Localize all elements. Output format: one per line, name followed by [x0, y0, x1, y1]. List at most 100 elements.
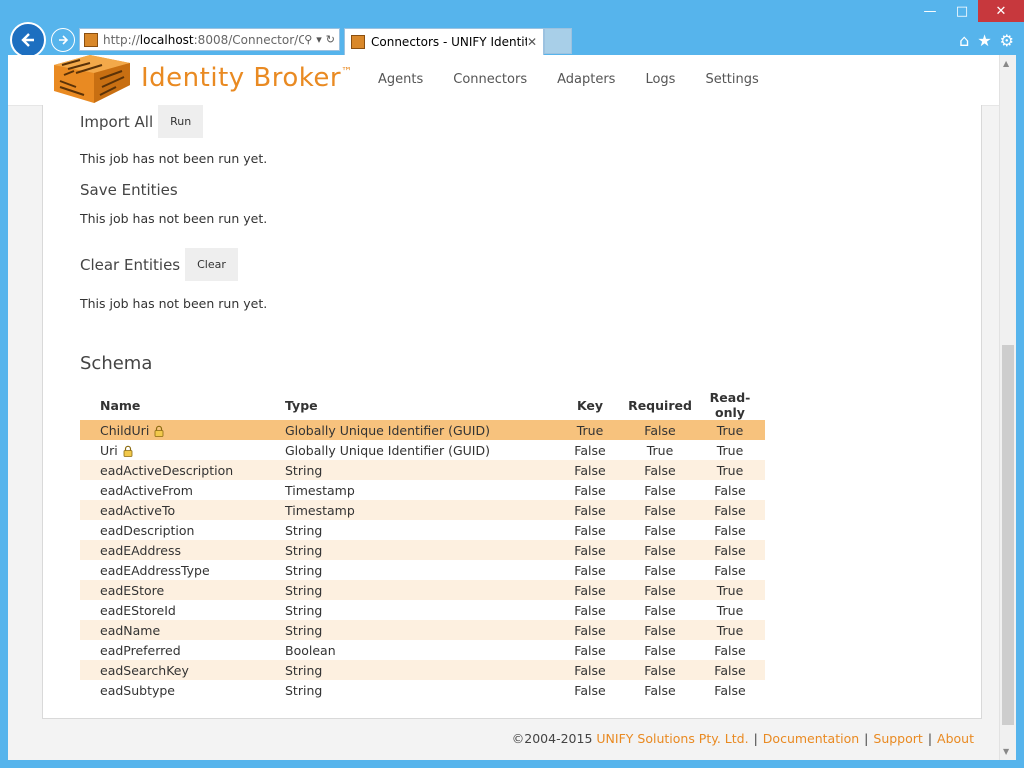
- minimize-button[interactable]: —: [914, 0, 946, 22]
- search-icon[interactable]: ⚲: [304, 33, 312, 46]
- cell-readonly-text: True: [716, 422, 744, 438]
- cell-key-text: False: [574, 442, 606, 458]
- clear-button[interactable]: Clear: [185, 248, 238, 281]
- job-import-all: Import All Run: [80, 105, 204, 138]
- cell-type: String: [285, 600, 555, 620]
- logo-title: Identity Broker™: [141, 63, 353, 93]
- table-row[interactable]: eadEStoreId String False False True: [80, 600, 765, 620]
- browser-tab-active[interactable]: Connectors - UNIFY Identit... ✕: [344, 28, 544, 55]
- cell-readonly-text: False: [714, 662, 746, 678]
- browser-toolbar-icons: ⌂ ★ ⚙: [959, 31, 1014, 50]
- cell-readonly: False: [695, 660, 765, 680]
- nav-item-settings[interactable]: Settings: [705, 72, 758, 87]
- dropdown-arrow-icon[interactable]: ▾: [316, 33, 322, 46]
- cell-name: ChildUri: [80, 420, 285, 440]
- arrow-left-icon: [21, 33, 34, 47]
- cell-name-text: eadDescription: [100, 522, 195, 538]
- table-row[interactable]: eadSearchKey String False False False: [80, 660, 765, 680]
- column-header-required[interactable]: Required: [625, 390, 695, 420]
- about-link[interactable]: About: [937, 731, 974, 746]
- cell-name: eadDescription: [80, 520, 285, 540]
- close-window-button[interactable]: ✕: [978, 0, 1024, 22]
- forward-button[interactable]: [51, 28, 75, 52]
- cell-name-text: Uri: [100, 442, 118, 458]
- cell-key-text: False: [574, 542, 606, 558]
- table-row[interactable]: Uri Globally Unique Identifier (GUID) Fals…: [80, 440, 765, 460]
- cell-type-text: Boolean: [285, 642, 336, 658]
- home-icon[interactable]: ⌂: [959, 31, 969, 50]
- cell-name-text: eadSearchKey: [100, 662, 189, 678]
- logo-trademark: ™: [341, 65, 353, 78]
- run-button[interactable]: Run: [158, 105, 204, 138]
- cell-required: False: [625, 660, 695, 680]
- cell-required: True: [625, 440, 695, 460]
- schema-heading: Schema: [80, 353, 153, 374]
- job-status: This job has not been run yet.: [80, 296, 268, 311]
- refresh-icon[interactable]: ↻: [326, 33, 335, 46]
- settings-gear-icon[interactable]: ⚙: [1000, 31, 1014, 50]
- cell-name-text: eadActiveFrom: [100, 482, 193, 498]
- address-tools: ⚲ ▾ ↻: [304, 33, 339, 46]
- cell-readonly: False: [695, 640, 765, 660]
- column-header-readonly[interactable]: Read-only: [695, 390, 765, 420]
- footer-separator: |: [753, 731, 758, 746]
- url-prefix: http://: [103, 32, 140, 47]
- cell-name-text: eadActiveTo: [100, 502, 176, 518]
- cell-type-text: String: [285, 682, 323, 698]
- cell-type-text: Timestamp: [285, 502, 355, 518]
- table-row[interactable]: eadActiveDescription String False False True: [80, 460, 765, 480]
- column-header-type[interactable]: Type: [285, 390, 555, 420]
- back-button[interactable]: [10, 22, 46, 58]
- table-row[interactable]: eadEStore String False False True: [80, 580, 765, 600]
- cell-name: eadActiveTo: [80, 500, 285, 520]
- logo-text: Identity Broker: [141, 63, 342, 93]
- table-row[interactable]: eadActiveTo Timestamp False False False: [80, 500, 765, 520]
- nav-item-connectors[interactable]: Connectors: [453, 72, 527, 87]
- table-row[interactable]: eadActiveFrom Timestamp False False False: [80, 480, 765, 500]
- scrollbar-thumb[interactable]: [1002, 345, 1014, 725]
- cell-type-text: String: [285, 522, 323, 538]
- cell-type-text: Globally Unique Identifier (GUID): [285, 442, 490, 458]
- job-save-entities: Save Entities: [80, 181, 178, 199]
- vertical-scrollbar[interactable]: ▲ ▼: [999, 55, 1016, 760]
- documentation-link[interactable]: Documentation: [763, 731, 859, 746]
- nav-item-agents[interactable]: Agents: [378, 72, 423, 87]
- cell-required: False: [625, 560, 695, 580]
- table-row[interactable]: eadName String False False True: [80, 620, 765, 640]
- nav-item-adapters[interactable]: Adapters: [557, 72, 615, 87]
- nav-item-logs[interactable]: Logs: [645, 72, 675, 87]
- scroll-up-icon[interactable]: ▲: [1003, 59, 1009, 68]
- table-row[interactable]: eadEAddressType String False False False: [80, 560, 765, 580]
- table-row[interactable]: eadEAddress String False False False: [80, 540, 765, 560]
- table-row[interactable]: eadDescription String False False False: [80, 520, 765, 540]
- cell-key-text: False: [574, 462, 606, 478]
- cell-key-text: False: [574, 582, 606, 598]
- schema-table: Name Type Key Required Read-only ChildUr…: [80, 390, 765, 700]
- column-header-key[interactable]: Key: [555, 390, 625, 420]
- column-header-name[interactable]: Name: [80, 390, 285, 420]
- cell-readonly: True: [695, 440, 765, 460]
- close-tab-icon[interactable]: ✕: [527, 35, 543, 49]
- scroll-down-icon[interactable]: ▼: [1003, 747, 1009, 756]
- cell-required: False: [625, 620, 695, 640]
- table-row[interactable]: eadPreferred Boolean False False False: [80, 640, 765, 660]
- table-row[interactable]: eadSubtype String False False False: [80, 680, 765, 700]
- cell-key-text: False: [574, 602, 606, 618]
- cell-required-text: False: [644, 522, 676, 538]
- cell-type: String: [285, 620, 555, 640]
- cell-key: False: [555, 460, 625, 480]
- identity-broker-logo-icon[interactable]: [50, 55, 134, 105]
- favorites-star-icon[interactable]: ★: [977, 31, 991, 50]
- address-bar[interactable]: http://localhost:8008/Connector/C ⚲ ▾ ↻: [79, 28, 340, 51]
- tab-favicon-icon: [351, 35, 365, 49]
- maximize-button[interactable]: □: [946, 0, 978, 22]
- cell-key: False: [555, 500, 625, 520]
- company-link[interactable]: UNIFY Solutions Pty. Ltd.: [596, 731, 748, 746]
- new-tab-button[interactable]: [544, 28, 572, 54]
- cell-name-text: eadEAddress: [100, 542, 181, 558]
- support-link[interactable]: Support: [873, 731, 922, 746]
- cell-type-text: String: [285, 622, 323, 638]
- cell-readonly: True: [695, 600, 765, 620]
- address-url[interactable]: http://localhost:8008/Connector/C: [103, 33, 304, 47]
- table-row[interactable]: ChildUri Globally Unique Identifier (GUID…: [80, 420, 765, 440]
